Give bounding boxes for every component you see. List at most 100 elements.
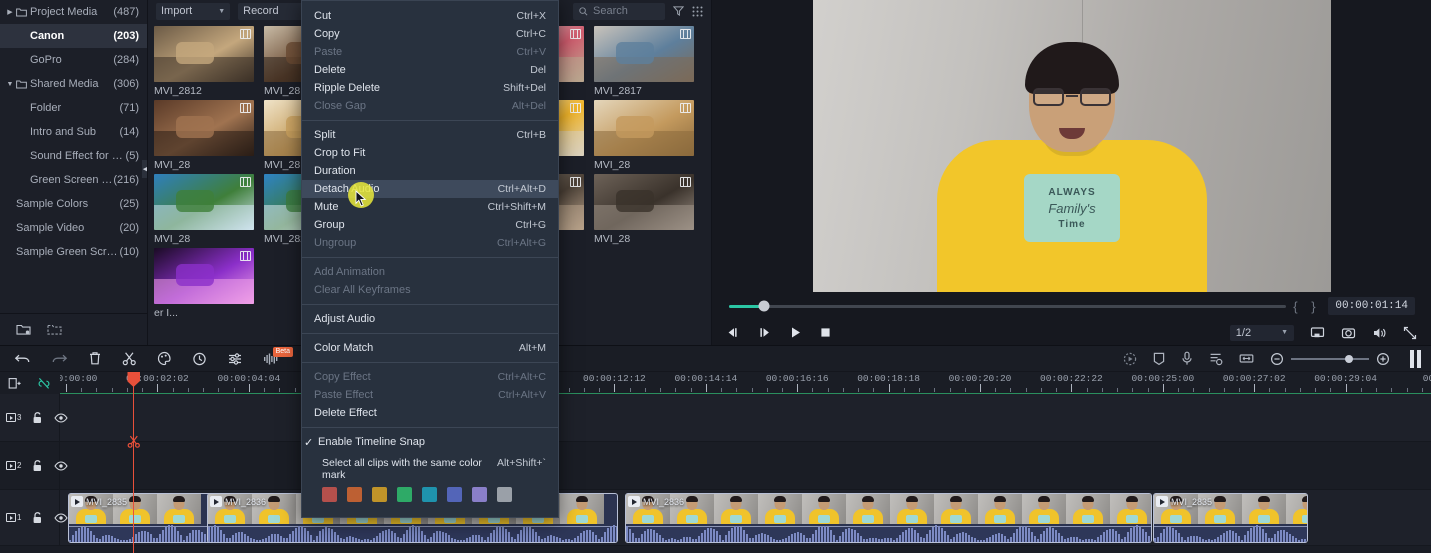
disclosure-triangle-icon[interactable]: ▼	[4, 81, 16, 88]
silence-detection-icon[interactable]: Beta	[263, 346, 293, 366]
media-thumbnail[interactable]	[154, 248, 254, 304]
menu-item-delete[interactable]: Delete Del	[302, 61, 558, 79]
media-thumbnail[interactable]	[154, 26, 254, 82]
new-folder-icon[interactable]	[16, 323, 31, 336]
redo-icon[interactable]	[51, 352, 68, 366]
camera-icon[interactable]	[1341, 326, 1356, 340]
add-track-icon[interactable]	[8, 377, 21, 390]
mark-in-button[interactable]: {	[1286, 299, 1304, 314]
sidebar-item-sound-effect-for-vlog[interactable]: Sound Effect for Vlog (5)	[0, 144, 147, 168]
color-swatch[interactable]	[372, 487, 387, 502]
track-lock-icon[interactable]	[32, 511, 43, 524]
menu-item-detach-audio[interactable]: Detach Audio Ctrl+Alt+D	[302, 180, 558, 198]
disclosure-triangle-icon[interactable]: ▶	[4, 8, 16, 16]
timeline-clip[interactable]: MVI_2835	[68, 493, 212, 543]
color-palette-icon[interactable]	[157, 351, 172, 366]
media-item[interactable]: MVI_2817	[594, 26, 694, 97]
media-thumbnail[interactable]	[154, 174, 254, 230]
media-thumbnail[interactable]	[594, 174, 694, 230]
play-button[interactable]	[789, 326, 802, 339]
sidebar-item-sample-video[interactable]: Sample Video (20)	[0, 216, 147, 240]
clip-play-icon[interactable]	[628, 496, 640, 507]
color-swatch[interactable]	[422, 487, 437, 502]
fullscreen-icon[interactable]	[1403, 326, 1417, 340]
track-body-3[interactable]	[60, 394, 1431, 441]
playback-scrubber[interactable]	[729, 300, 1287, 312]
sidebar-item-shared-media[interactable]: ▼ Shared Media (306)	[0, 72, 147, 96]
zoom-in-icon[interactable]	[1376, 352, 1390, 366]
timeline-clip[interactable]: MVI_2835	[1153, 493, 1308, 543]
import-dropdown[interactable]: Import ▼	[156, 2, 231, 20]
track-body-2[interactable]	[60, 442, 1431, 489]
stop-button[interactable]	[820, 327, 831, 338]
preview-video[interactable]: ALWAYS Family's Time	[813, 0, 1331, 292]
media-item[interactable]: MVI_28	[154, 174, 254, 245]
menu-item-group[interactable]: Group Ctrl+G	[302, 216, 558, 234]
sidebar-item-gopro[interactable]: GoPro (284)	[0, 48, 147, 72]
timeline-zoom-slider[interactable]	[1270, 352, 1390, 366]
menu-item-delete-effect[interactable]: Delete Effect	[302, 404, 558, 422]
volume-icon[interactable]	[1372, 326, 1387, 340]
menu-item-adjust-audio[interactable]: Adjust Audio	[302, 310, 558, 328]
sidebar-item-sample-green-screen[interactable]: Sample Green Screen (10)	[0, 240, 147, 264]
menu-item-cut[interactable]: Cut Ctrl+X	[302, 7, 558, 25]
render-preview-icon[interactable]	[1123, 352, 1137, 366]
color-swatch[interactable]	[347, 487, 362, 502]
pause-bars-icon[interactable]	[1410, 349, 1421, 368]
clip-context-menu[interactable]: Cut Ctrl+X Copy Ctrl+C Paste Ctrl+V Delete Del R…	[301, 0, 559, 518]
menu-item-split[interactable]: Split Ctrl+B	[302, 126, 558, 144]
media-thumbnail[interactable]	[594, 100, 694, 156]
timeline-clip[interactable]: MVI_2836	[625, 493, 1152, 543]
menu-item-duration[interactable]: Duration	[302, 162, 558, 180]
auto-ripple-icon[interactable]	[1209, 352, 1223, 366]
sidebar-item-folder[interactable]: Folder (71)	[0, 96, 147, 120]
menu-item-copy[interactable]: Copy Ctrl+C	[302, 25, 558, 43]
split-scissors-icon[interactable]	[122, 351, 137, 366]
menu-item-crop-to-fit[interactable]: Crop to Fit	[302, 144, 558, 162]
color-swatch[interactable]	[447, 487, 462, 502]
menu-item-enable-timeline-snap[interactable]: ✓ Enable Timeline Snap	[302, 433, 558, 451]
menu-item-ripple-delete[interactable]: Ripple Delete Shift+Del	[302, 79, 558, 97]
preview-timecode[interactable]: 00:00:01:14	[1328, 297, 1415, 315]
marker-icon[interactable]	[1153, 352, 1165, 366]
clip-play-icon[interactable]	[210, 496, 222, 507]
sidebar-item-project-media[interactable]: ▶ Project Media (487)	[0, 0, 147, 24]
sidebar-item-sample-colors[interactable]: Sample Colors (25)	[0, 192, 147, 216]
track-lock-icon[interactable]	[32, 459, 43, 472]
clip-play-icon[interactable]	[1156, 496, 1168, 507]
color-swatch[interactable]	[322, 487, 337, 502]
color-swatch[interactable]	[397, 487, 412, 502]
zoom-out-icon[interactable]	[1270, 352, 1284, 366]
audio-mixer-icon[interactable]	[227, 352, 243, 366]
menu-item-color-match[interactable]: Color Match Alt+M	[302, 339, 558, 357]
menu-item-mute[interactable]: Mute Ctrl+Shift+M	[302, 198, 558, 216]
color-swatch[interactable]	[472, 487, 487, 502]
zoom-track[interactable]	[1291, 354, 1369, 363]
media-item[interactable]: MVI_28	[594, 174, 694, 245]
speed-clock-icon[interactable]	[192, 351, 207, 366]
filter-icon[interactable]	[673, 6, 684, 16]
undo-icon[interactable]	[14, 352, 31, 366]
media-thumbnail[interactable]	[594, 26, 694, 82]
search-input[interactable]: Search	[573, 2, 665, 20]
media-thumbnail[interactable]	[154, 100, 254, 156]
track-body-1[interactable]: MVI_2835 MVI_2836 MVI_2836 MVI_2835	[60, 490, 1431, 545]
track-lock-icon[interactable]	[32, 411, 43, 424]
sidebar-item-canon[interactable]: Canon (203)	[0, 24, 147, 48]
preview-quality-dropdown[interactable]: 1/2 ▼	[1229, 324, 1294, 341]
voiceover-icon[interactable]	[1181, 351, 1193, 366]
sidebar-item-intro-and-sub[interactable]: Intro and Sub (14)	[0, 120, 147, 144]
open-folder-icon[interactable]	[47, 323, 62, 336]
media-item[interactable]: MVI_28	[594, 100, 694, 171]
zoom-knob[interactable]	[1344, 354, 1353, 363]
delete-icon[interactable]	[88, 351, 102, 366]
scrubber-knob[interactable]	[758, 300, 770, 312]
fit-timeline-icon[interactable]	[1239, 352, 1254, 365]
color-swatch[interactable]	[497, 487, 512, 502]
media-item[interactable]: MVI_28	[154, 100, 254, 171]
prev-frame-button[interactable]	[727, 327, 740, 338]
timeline-ruler[interactable]: 00:00:00:0000:00:02:0200:00:04:0400:00:0…	[60, 372, 1431, 394]
media-item[interactable]: er I...	[154, 248, 254, 319]
clip-play-icon[interactable]	[71, 496, 83, 507]
media-item[interactable]: MVI_2812	[154, 26, 254, 97]
